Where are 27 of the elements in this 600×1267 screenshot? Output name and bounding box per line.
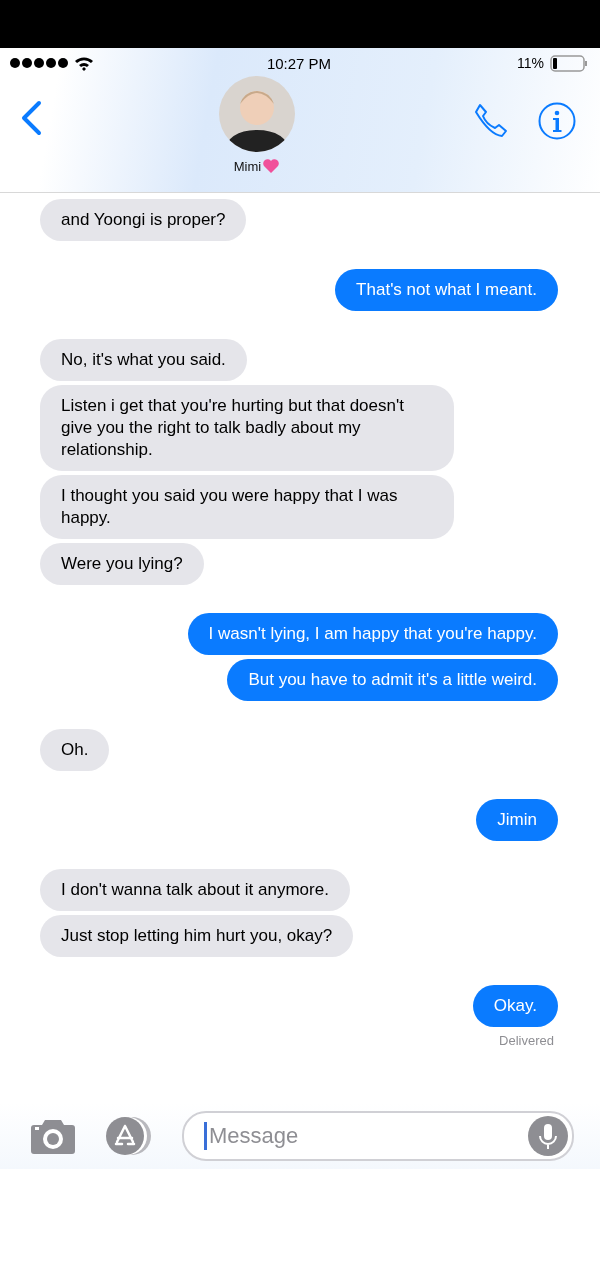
microphone-icon[interactable]	[528, 1116, 568, 1156]
sent-message: That's not what I meant.	[335, 269, 558, 311]
camera-button[interactable]	[30, 1117, 76, 1155]
received-message: Just stop letting him hurt you, okay?	[40, 915, 354, 957]
battery-percent: 11%	[517, 55, 544, 71]
heart-icon	[262, 158, 281, 174]
battery-icon	[550, 54, 588, 72]
received-message: I thought you said you were happy that I was happy.	[40, 475, 454, 539]
sent-message: But you have to admit it's a little weird.	[227, 659, 558, 701]
delivery-status: Delivered	[499, 1033, 554, 1048]
received-message: Oh.	[40, 729, 110, 771]
sent-message: Okay.	[472, 985, 558, 1027]
sent-message: Jimin	[476, 799, 558, 841]
received-message: Listen i get that you're hurting but that doesn't give you the right to talk badly about my relationship.	[40, 385, 454, 471]
contact-name[interactable]: Mimi	[233, 158, 262, 174]
received-message: I don't wanna talk about it anymore.	[40, 869, 350, 911]
phone-button[interactable]	[472, 102, 510, 140]
message-input-box[interactable]: Message	[182, 1111, 574, 1161]
status-time: 10:27 PM	[266, 54, 332, 72]
info-button[interactable]	[538, 102, 576, 140]
received-message: No, it's what you said.	[40, 339, 247, 381]
wifi-icon	[74, 55, 94, 71]
signal-icon	[10, 58, 68, 68]
received-message: and Yoongi is proper?	[40, 199, 247, 241]
received-message: Were you lying?	[40, 543, 204, 585]
back-button[interactable]	[20, 100, 42, 136]
sent-message: I wasn't lying, I am happy that you're happy.	[187, 613, 558, 655]
